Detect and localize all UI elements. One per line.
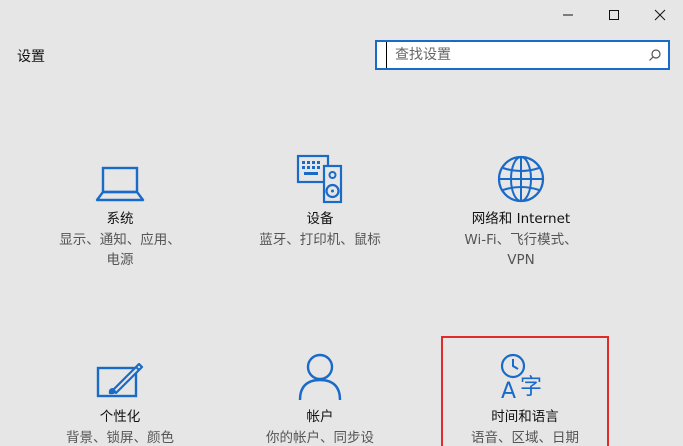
tile-title: 时间和语言	[491, 409, 559, 425]
close-icon	[654, 9, 666, 21]
tile-title: 设备	[306, 211, 334, 227]
devices-icon	[296, 154, 343, 204]
search-box[interactable]	[375, 40, 670, 70]
search-input[interactable]	[386, 42, 642, 68]
tile-description: 背景、锁屏、颜色	[66, 430, 174, 446]
caption-buttons	[545, 0, 683, 30]
tile-accounts[interactable]: 帐户 你的帐户、同步设置、	[235, 346, 405, 446]
close-button[interactable]	[637, 0, 683, 30]
settings-window: 设置 系统 显示、通知、应用、电源	[0, 0, 683, 446]
svg-text:字: 字	[520, 375, 542, 400]
tile-description: 语音、区域、日期	[471, 430, 579, 446]
search-icon[interactable]	[642, 42, 668, 68]
laptop-icon	[95, 166, 145, 202]
tile-title: 系统	[106, 211, 134, 227]
svg-text:A: A	[501, 379, 516, 402]
tile-description: Wi-Fi、飞行模式、VPN	[464, 232, 578, 268]
tile-description: 蓝牙、打印机、鼠标	[259, 232, 381, 248]
tile-devices[interactable]: 设备 蓝牙、打印机、鼠标	[235, 148, 405, 268]
maximize-button[interactable]	[591, 0, 637, 30]
tile-system[interactable]: 系统 显示、通知、应用、电源	[35, 148, 205, 268]
page-title: 设置	[17, 49, 45, 65]
time-language-icon: A 字	[500, 353, 542, 402]
tile-description: 显示、通知、应用、电源	[59, 232, 181, 268]
tile-description: 你的帐户、同步设置、	[266, 430, 374, 446]
tile-title: 个性化	[99, 409, 141, 425]
maximize-icon	[609, 10, 619, 20]
minimize-icon	[563, 14, 573, 16]
minimize-button[interactable]	[545, 0, 591, 30]
tile-network[interactable]: 网络和 Internet Wi-Fi、飞行模式、VPN	[436, 148, 606, 268]
account-icon	[298, 353, 342, 401]
tile-personalization[interactable]: 个性化 背景、锁屏、颜色	[35, 346, 205, 446]
tile-time-language[interactable]: A 字 时间和语言 语音、区域、日期	[441, 336, 609, 446]
tile-title: 网络和 Internet	[471, 211, 571, 227]
tile-title: 帐户	[306, 409, 334, 425]
globe-icon	[497, 155, 545, 203]
personalization-icon	[96, 362, 144, 398]
